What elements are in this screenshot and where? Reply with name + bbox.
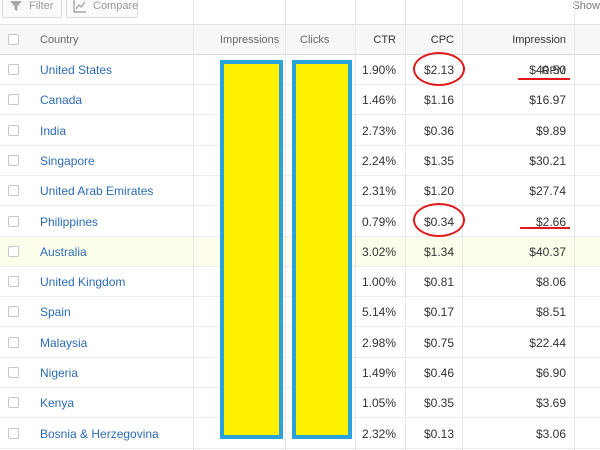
row-checkbox[interactable] xyxy=(8,185,19,197)
row-checkbox[interactable] xyxy=(8,245,19,257)
filter-button[interactable]: Filter xyxy=(2,0,62,18)
cpc-cell: $1.20 xyxy=(423,184,454,199)
cpc-cell: $0.36 xyxy=(423,123,454,138)
column-divider xyxy=(355,0,356,450)
country-link[interactable]: United Arab Emirates xyxy=(40,176,153,206)
select-all-checkbox[interactable] xyxy=(8,34,19,45)
ctr-cell: 2.73% xyxy=(361,123,396,138)
header-impressions[interactable]: Impressions xyxy=(220,25,279,56)
header-country[interactable]: Country xyxy=(40,25,79,56)
country-link[interactable]: United Kingdom xyxy=(40,267,125,297)
cpc-cell: $0.46 xyxy=(423,366,454,380)
rpm-cell: $40.50 xyxy=(529,63,566,77)
row-checkbox[interactable] xyxy=(8,124,19,136)
ctr-cell: 5.14% xyxy=(361,305,396,320)
ctr-cell: 0.79% xyxy=(361,214,396,229)
country-link[interactable]: India xyxy=(40,116,66,146)
column-divider xyxy=(574,0,575,450)
rpm-cell: $16.97 xyxy=(529,93,566,108)
cpc-cell: $1.16 xyxy=(423,93,454,108)
ctr-cell: 1.49% xyxy=(361,366,396,380)
cpc-cell: $1.35 xyxy=(423,153,454,168)
header-rpm[interactable]: Impression RPM xyxy=(488,25,566,77)
row-checkbox[interactable] xyxy=(8,215,19,227)
country-link[interactable]: Spain xyxy=(40,297,71,327)
table-header: Country Impressions Clicks CTR CPC Impre… xyxy=(0,24,600,77)
ctr-cell: 1.90% xyxy=(361,63,396,77)
cpc-cell: $0.17 xyxy=(423,305,454,320)
filter-label: Filter xyxy=(29,0,54,12)
ctr-cell: 3.02% xyxy=(361,244,396,259)
rpm-cell: $3.06 xyxy=(535,426,566,441)
ctr-cell: 2.32% xyxy=(361,426,396,441)
rpm-cell: $6.90 xyxy=(535,366,566,380)
country-link[interactable]: Bosnia & Herzegovina xyxy=(40,419,159,449)
row-checkbox[interactable] xyxy=(8,154,19,166)
compare-label: Compare xyxy=(93,0,139,12)
compare-button[interactable]: Compare xyxy=(66,0,138,18)
country-link[interactable]: Canada xyxy=(40,85,82,115)
country-link[interactable]: Singapore xyxy=(40,146,95,176)
cpc-cell: $0.81 xyxy=(423,275,454,290)
rpm-cell: $27.74 xyxy=(529,184,566,199)
row-checkbox[interactable] xyxy=(8,276,19,288)
ctr-cell: 1.46% xyxy=(361,93,396,108)
cpc-cell: $0.13 xyxy=(423,426,454,441)
rpm-cell: $8.51 xyxy=(535,305,566,320)
ctr-cell: 1.05% xyxy=(361,396,396,411)
column-divider xyxy=(285,0,286,450)
row-checkbox[interactable] xyxy=(8,336,19,348)
country-link[interactable]: Nigeria xyxy=(40,358,78,388)
country-link[interactable]: Malaysia xyxy=(40,328,87,358)
rpm-cell: $3.69 xyxy=(535,396,566,411)
row-checkbox[interactable] xyxy=(8,94,19,106)
rpm-cell: $22.44 xyxy=(529,335,566,350)
header-clicks[interactable]: Clicks xyxy=(300,25,329,56)
country-link[interactable]: Australia xyxy=(40,237,87,267)
filter-icon xyxy=(9,0,23,13)
rpm-cell: $9.89 xyxy=(535,123,566,138)
annotation-underline-rpm-us xyxy=(518,78,570,80)
annotation-circle-cpc-us xyxy=(413,52,465,86)
ctr-cell: 1.00% xyxy=(361,275,396,290)
column-divider xyxy=(193,0,194,450)
clicks-redaction-box xyxy=(292,60,352,439)
header-ctr[interactable]: CTR xyxy=(352,25,396,56)
row-checkbox[interactable] xyxy=(8,427,19,439)
toolbar: Filter Compare Show xyxy=(0,0,600,20)
row-checkbox[interactable] xyxy=(8,306,19,318)
show-control[interactable]: Show xyxy=(572,0,600,12)
country-link[interactable]: United States xyxy=(40,55,112,85)
rpm-cell: $2.66 xyxy=(535,214,566,229)
cpc-cell: $1.34 xyxy=(423,244,454,259)
column-divider xyxy=(405,0,406,450)
row-checkbox[interactable] xyxy=(8,64,19,75)
ctr-cell: 2.31% xyxy=(361,184,396,199)
annotation-circle-cpc-ph xyxy=(413,203,465,237)
rpm-cell: $8.06 xyxy=(535,275,566,290)
ctr-cell: 2.98% xyxy=(361,335,396,350)
header-cpc[interactable]: CPC xyxy=(408,25,454,56)
impressions-redaction-box xyxy=(220,60,283,439)
cpc-cell: $0.75 xyxy=(423,335,454,350)
line-chart-icon xyxy=(73,0,87,13)
rpm-cell: $30.21 xyxy=(529,153,566,168)
country-link[interactable]: Philippines xyxy=(40,207,98,237)
row-checkbox[interactable] xyxy=(8,367,19,378)
ctr-cell: 2.24% xyxy=(361,153,396,168)
annotation-underline-rpm-ph xyxy=(520,227,570,229)
cpc-cell: $0.35 xyxy=(423,396,454,411)
row-checkbox[interactable] xyxy=(8,397,19,409)
rpm-cell: $40.37 xyxy=(529,244,566,259)
country-link[interactable]: Kenya xyxy=(40,388,74,418)
